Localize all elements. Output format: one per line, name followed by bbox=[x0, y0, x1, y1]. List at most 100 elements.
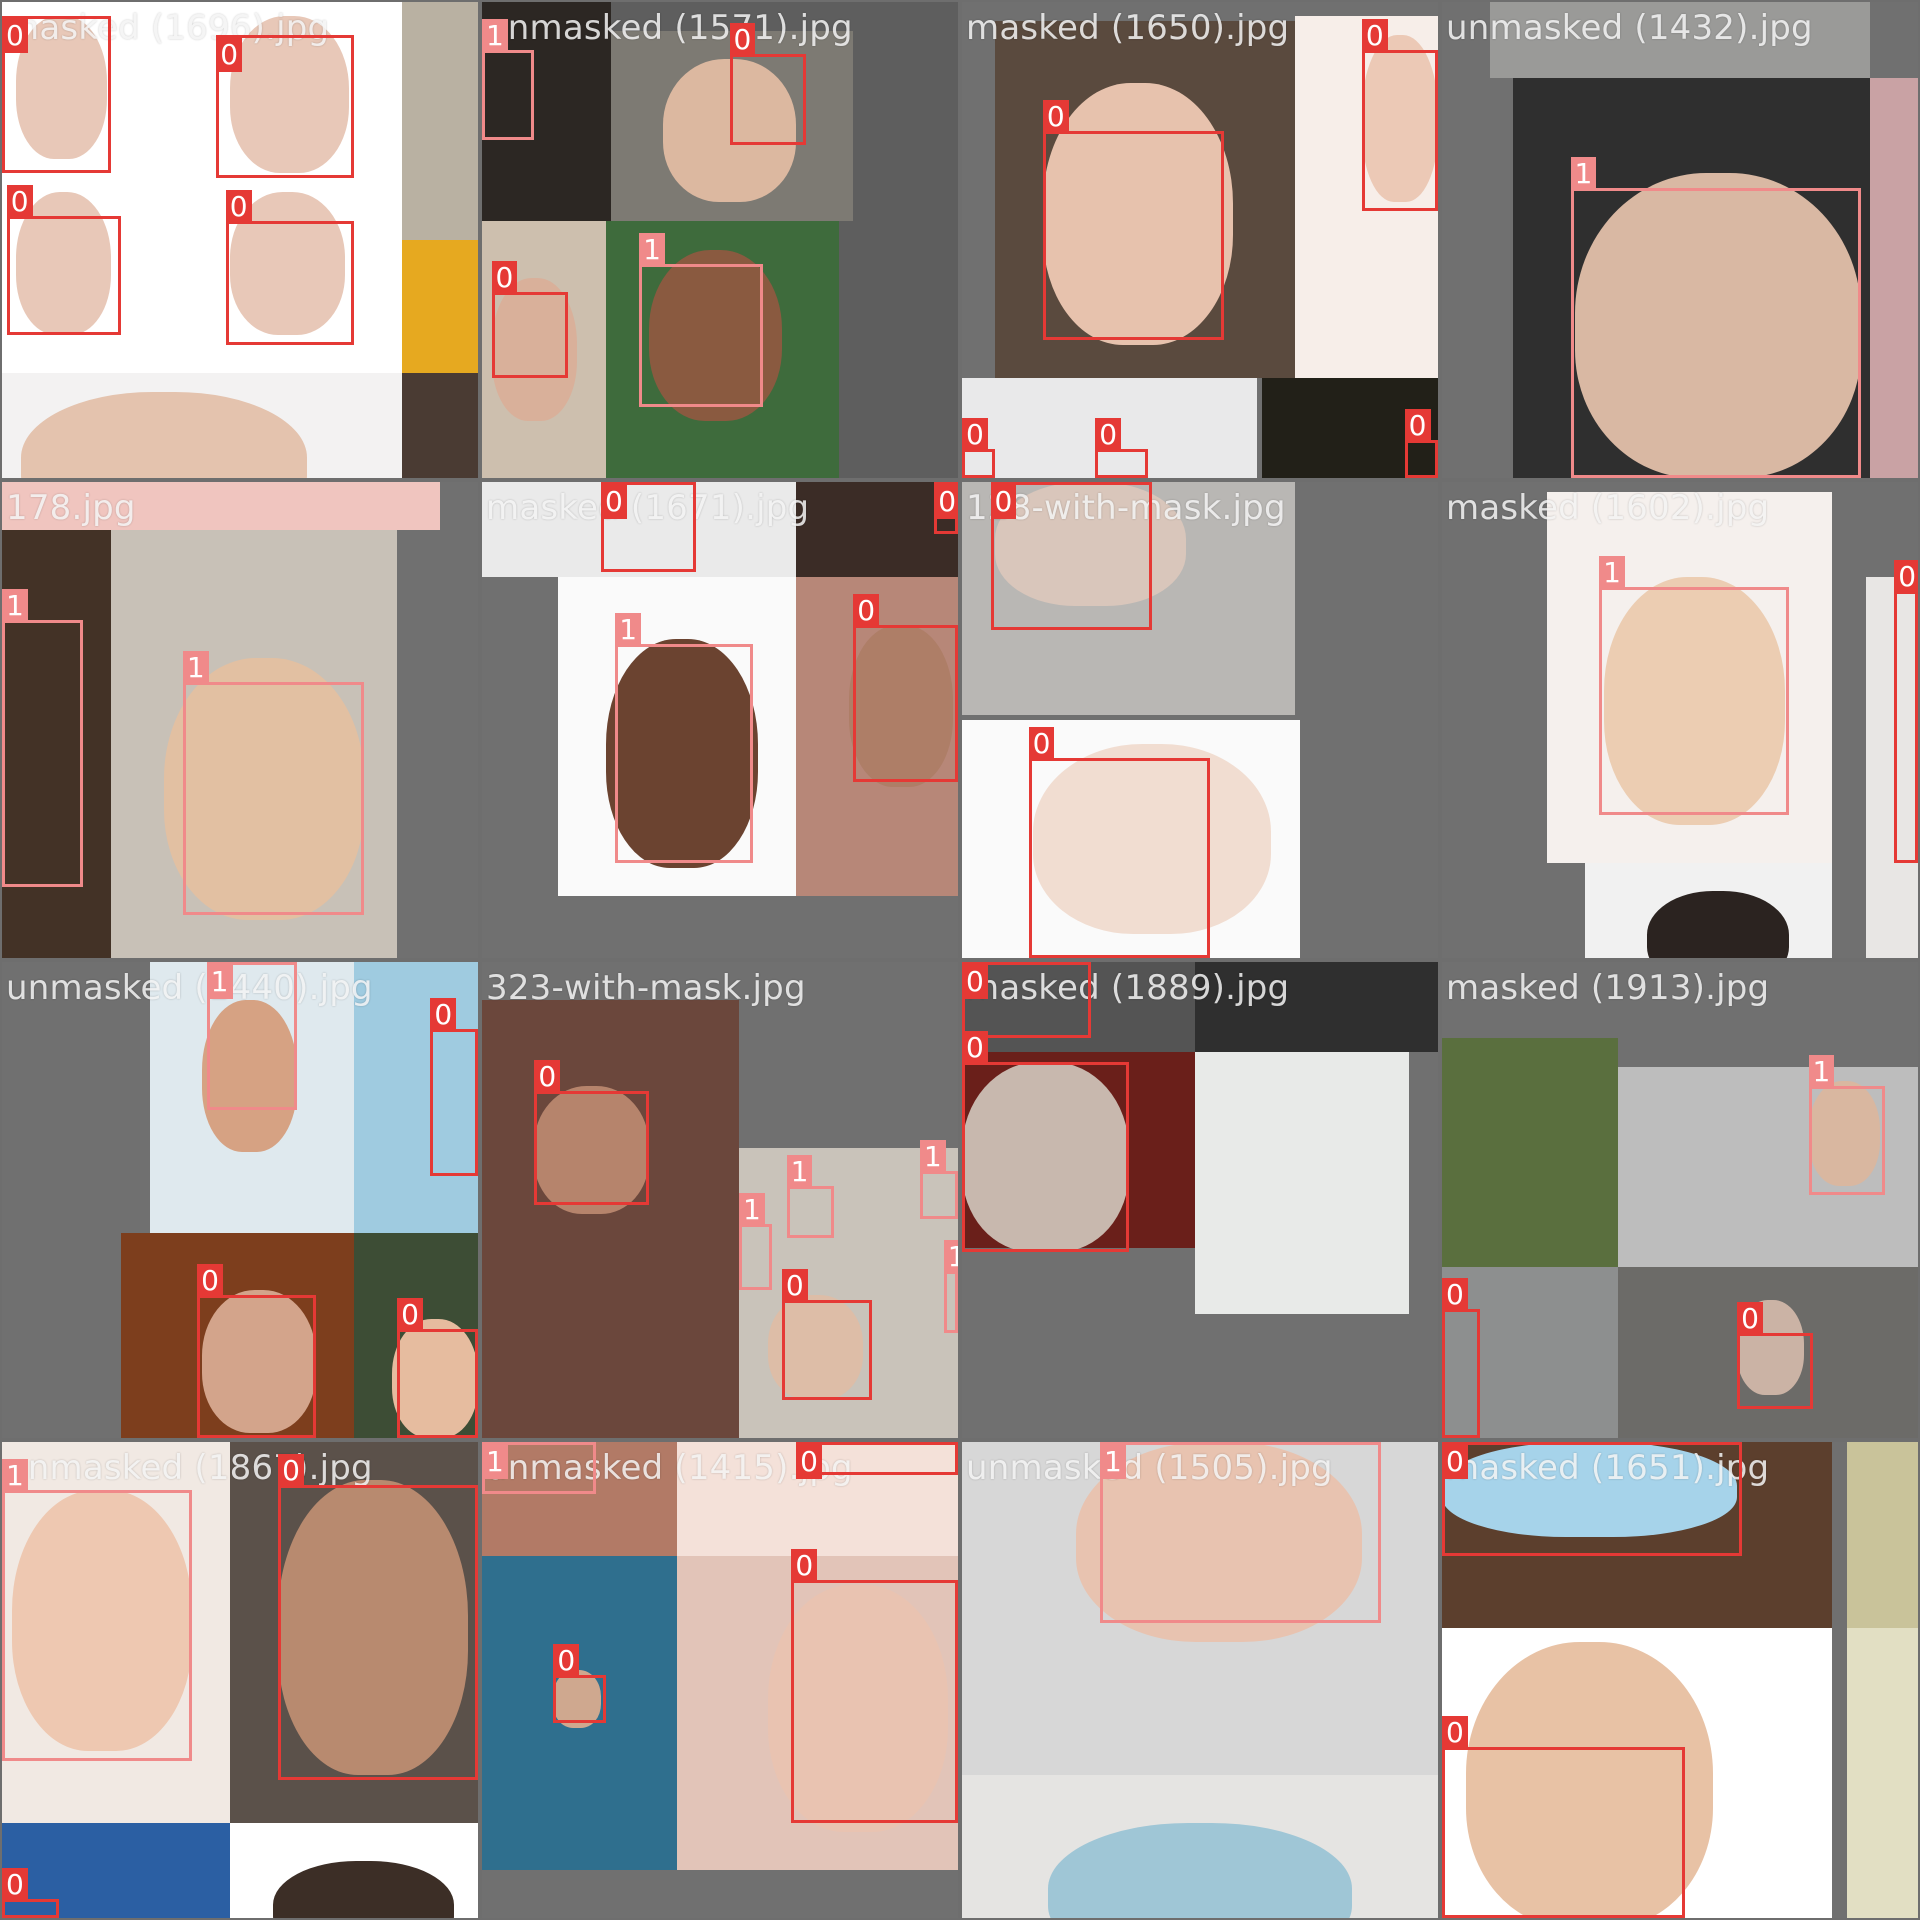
mosaic-tile: masked (1602).jpg 1 0 bbox=[1442, 482, 1918, 958]
detection-box-class-0: 0 bbox=[962, 1030, 1129, 1253]
mosaic-tile: masked (1913).jpg 1 0 0 bbox=[1442, 962, 1918, 1438]
mosaic-grid: masked (1696).jpg 0 0 0 0 unmasked (1571).jpg… bbox=[0, 0, 1920, 1920]
class-label-tag: 0 bbox=[216, 38, 243, 73]
class-label-tag: 1 bbox=[482, 18, 508, 53]
class-label-tag: 1 bbox=[739, 1192, 765, 1227]
detection-box-class-1: 1 bbox=[919, 1140, 958, 1220]
class-label-tag: 1 bbox=[1808, 1054, 1835, 1089]
detection-box-class-0: 0 bbox=[278, 1453, 478, 1780]
photo-patch bbox=[1846, 1627, 1918, 1918]
class-label-tag: 0 bbox=[781, 1268, 808, 1303]
class-label-tag: 0 bbox=[796, 1445, 822, 1479]
detection-box-class-0: 0 bbox=[1028, 727, 1210, 958]
detection-box-class-1: 1 bbox=[206, 962, 298, 1110]
mosaic-tile: 178.jpg 1 1 bbox=[2, 482, 478, 958]
mosaic-tile: unmasked (1440).jpg 1 0 0 0 bbox=[2, 962, 478, 1438]
detection-box-class-0: 0 bbox=[553, 1644, 606, 1723]
class-label-tag: 0 bbox=[1404, 408, 1431, 443]
class-label-tag: 0 bbox=[601, 485, 627, 519]
detection-box-class-0: 0 bbox=[430, 997, 478, 1177]
detection-box-class-0: 0 bbox=[6, 185, 121, 336]
class-label-tag: 0 bbox=[1095, 418, 1122, 453]
class-label-tag: 0 bbox=[225, 189, 252, 224]
detection-box-class-0: 0 bbox=[781, 1268, 873, 1400]
class-label-tag: 0 bbox=[962, 418, 988, 453]
class-label-tag: 0 bbox=[397, 1297, 423, 1332]
detection-box-class-0: 0 bbox=[534, 1059, 649, 1205]
detection-box-class-1: 1 bbox=[786, 1154, 835, 1239]
class-label-tag: 0 bbox=[197, 1264, 223, 1299]
detection-box-class-0: 0 bbox=[796, 1442, 958, 1479]
class-label-tag: 0 bbox=[791, 1549, 818, 1584]
detection-box-class-0: 0 bbox=[934, 482, 958, 535]
class-label-tag: 0 bbox=[1737, 1302, 1763, 1337]
class-label-tag: 1 bbox=[786, 1154, 813, 1189]
tile-filename: 323-with-mask.jpg bbox=[486, 968, 806, 1008]
class-label-tag: 0 bbox=[962, 1030, 988, 1065]
detection-box-class-0: 0 bbox=[1442, 1442, 1742, 1557]
detection-box-class-1: 1 bbox=[482, 1442, 597, 1495]
class-label-tag: 0 bbox=[491, 261, 518, 296]
class-label-tag: 1 bbox=[1599, 555, 1625, 590]
class-label-tag: 1 bbox=[1570, 156, 1597, 191]
detection-box-class-0: 0 bbox=[990, 482, 1153, 630]
tile-filename: masked (1602).jpg bbox=[1446, 488, 1770, 528]
class-label-tag: 0 bbox=[962, 965, 988, 999]
class-label-tag: 1 bbox=[1100, 1445, 1126, 1479]
detection-box-class-0: 0 bbox=[397, 1297, 478, 1438]
class-label-tag: 0 bbox=[1894, 560, 1918, 595]
class-label-tag: 0 bbox=[934, 485, 958, 519]
tile-filename: 178.jpg bbox=[6, 488, 136, 528]
tile-filename: unmasked (1867).jpg bbox=[6, 1448, 373, 1488]
class-label-tag: 0 bbox=[430, 997, 457, 1032]
detection-box-class-1: 1 bbox=[615, 612, 754, 863]
mosaic-tile: unmasked (1432).jpg 1 bbox=[1442, 2, 1918, 478]
class-label-tag: 0 bbox=[1442, 1445, 1468, 1479]
detection-box-class-0: 0 bbox=[1442, 1278, 1481, 1438]
detection-box-class-1: 1 bbox=[1599, 555, 1790, 816]
detection-box-class-0: 0 bbox=[2, 16, 112, 174]
class-label-tag: 1 bbox=[615, 612, 642, 647]
class-label-tag: 0 bbox=[553, 1644, 580, 1679]
mosaic-tile: unmasked (1415).jpg 1 0 0 0 bbox=[482, 1442, 958, 1918]
class-label-tag: 1 bbox=[639, 232, 665, 267]
class-label-tag: 0 bbox=[2, 19, 28, 54]
detection-box-class-0: 0 bbox=[1361, 18, 1438, 212]
detection-box-class-1: 1 bbox=[943, 1240, 958, 1334]
detection-box-class-0: 0 bbox=[225, 189, 355, 345]
detection-box-class-0: 0 bbox=[1095, 418, 1148, 478]
detection-box-class-0: 0 bbox=[216, 35, 355, 179]
mosaic-tile: 323-with-mask.jpg 0 1 1 1 0 1 bbox=[482, 962, 958, 1438]
photo-patch bbox=[482, 1000, 740, 1438]
detection-box-class-0: 0 bbox=[791, 1549, 958, 1823]
mosaic-tile: masked (1889).jpg 0 0 bbox=[962, 962, 1438, 1438]
class-label-tag: 0 bbox=[1442, 1715, 1468, 1750]
detection-box-class-1: 1 bbox=[2, 589, 83, 887]
photo-patch bbox=[401, 373, 478, 478]
class-label-tag: 1 bbox=[2, 1458, 28, 1493]
detection-box-class-0: 0 bbox=[962, 962, 1091, 1039]
class-label-tag: 0 bbox=[853, 593, 880, 628]
detection-box-class-0: 0 bbox=[1442, 1715, 1685, 1918]
class-label-tag: 0 bbox=[6, 185, 33, 220]
detection-box-class-0: 0 bbox=[1404, 408, 1438, 478]
class-label-tag: 0 bbox=[2, 1867, 28, 1902]
mosaic-tile: masked (1650).jpg 0 0 0 0 0 bbox=[962, 2, 1438, 478]
detection-box-class-0: 0 bbox=[1737, 1302, 1814, 1410]
class-label-tag: 1 bbox=[943, 1240, 958, 1275]
class-label-tag: 0 bbox=[278, 1453, 304, 1488]
mosaic-tile: masked (1671).jpg 0 0 1 0 bbox=[482, 482, 958, 958]
class-label-tag: 1 bbox=[182, 650, 209, 685]
class-label-tag: 1 bbox=[919, 1140, 946, 1175]
class-label-tag: 1 bbox=[482, 1445, 508, 1479]
detection-box-class-1: 1 bbox=[639, 232, 763, 407]
tile-filename: masked (1913).jpg bbox=[1446, 968, 1770, 1008]
photo-patch bbox=[1442, 1038, 1619, 1267]
photo-patch bbox=[1846, 1442, 1918, 1628]
tile-filename: masked (1650).jpg bbox=[966, 8, 1290, 48]
mosaic-tile: unmasked (1571).jpg 1 0 0 1 bbox=[482, 2, 958, 478]
detection-box-class-0: 0 bbox=[853, 593, 958, 782]
mosaic-tile: unmasked (1505).jpg 1 bbox=[962, 1442, 1438, 1918]
class-label-tag: 1 bbox=[206, 965, 233, 999]
detection-box-class-1: 1 bbox=[2, 1458, 193, 1761]
